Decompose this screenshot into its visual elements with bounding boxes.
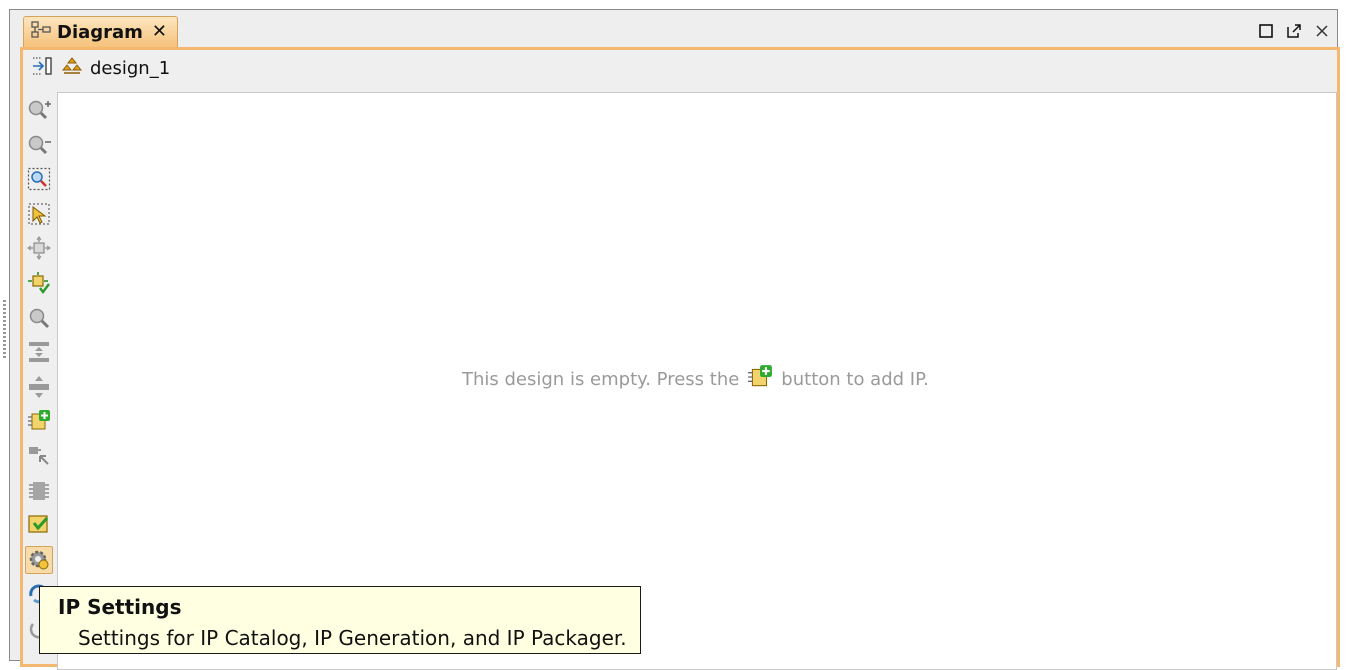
breadcrumb-design[interactable]: design_1 (90, 58, 170, 79)
zoom-area-icon[interactable] (25, 165, 53, 193)
collapse-all-icon[interactable] (25, 338, 53, 366)
resize-grip[interactable] (3, 300, 6, 360)
settings-gear-icon[interactable] (25, 545, 53, 574)
tab-title: Diagram (57, 21, 143, 43)
empty-design-message: This design is empty. Press the button t… (462, 364, 929, 395)
diagram-window: Diagram ✕ design_1 This design is empty.… (9, 9, 1340, 670)
validate-icon[interactable] (25, 511, 53, 539)
tooltip-title: IP Settings (58, 595, 182, 619)
hierarchy-icon (61, 57, 83, 79)
diagram-canvas[interactable]: This design is empty. Press the button t… (57, 92, 1337, 670)
zoom-out-icon[interactable] (25, 131, 53, 159)
block-diagram-icon (31, 21, 51, 43)
chip-icon[interactable] (25, 477, 53, 505)
auto-fit-icon[interactable] (25, 269, 53, 297)
expand-all-icon[interactable] (25, 373, 53, 401)
fit-selection-icon[interactable] (25, 234, 53, 262)
select-area-icon[interactable] (25, 200, 53, 228)
tooltip-description: Settings for IP Catalog, IP Generation, … (78, 626, 627, 650)
maximize-icon[interactable] (1257, 22, 1275, 40)
close-icon[interactable] (1313, 22, 1331, 40)
search-icon[interactable] (25, 304, 53, 332)
zoom-in-icon[interactable] (25, 96, 53, 124)
add-ip-icon (747, 364, 773, 395)
make-external-icon[interactable] (25, 442, 53, 470)
tooltip-ip-settings: IP Settings Settings for IP Catalog, IP … (39, 586, 641, 654)
diagram-panel: design_1 This design is empty. Press the… (20, 47, 1340, 670)
float-window-icon[interactable] (1285, 22, 1303, 40)
tab-diagram[interactable]: Diagram ✕ (23, 16, 178, 47)
close-icon[interactable]: ✕ (152, 23, 167, 41)
window-controls (1257, 22, 1331, 40)
diagram-toolbar: design_1 (23, 50, 1337, 86)
empty-message-suffix: button to add IP. (781, 368, 929, 390)
empty-message-prefix: This design is empty. Press the (462, 368, 740, 390)
expand-panel-icon[interactable] (32, 56, 54, 80)
vertical-toolbar (23, 96, 55, 650)
tab-strip: Diagram ✕ (10, 10, 1337, 47)
add-ip-icon[interactable] (25, 407, 53, 435)
